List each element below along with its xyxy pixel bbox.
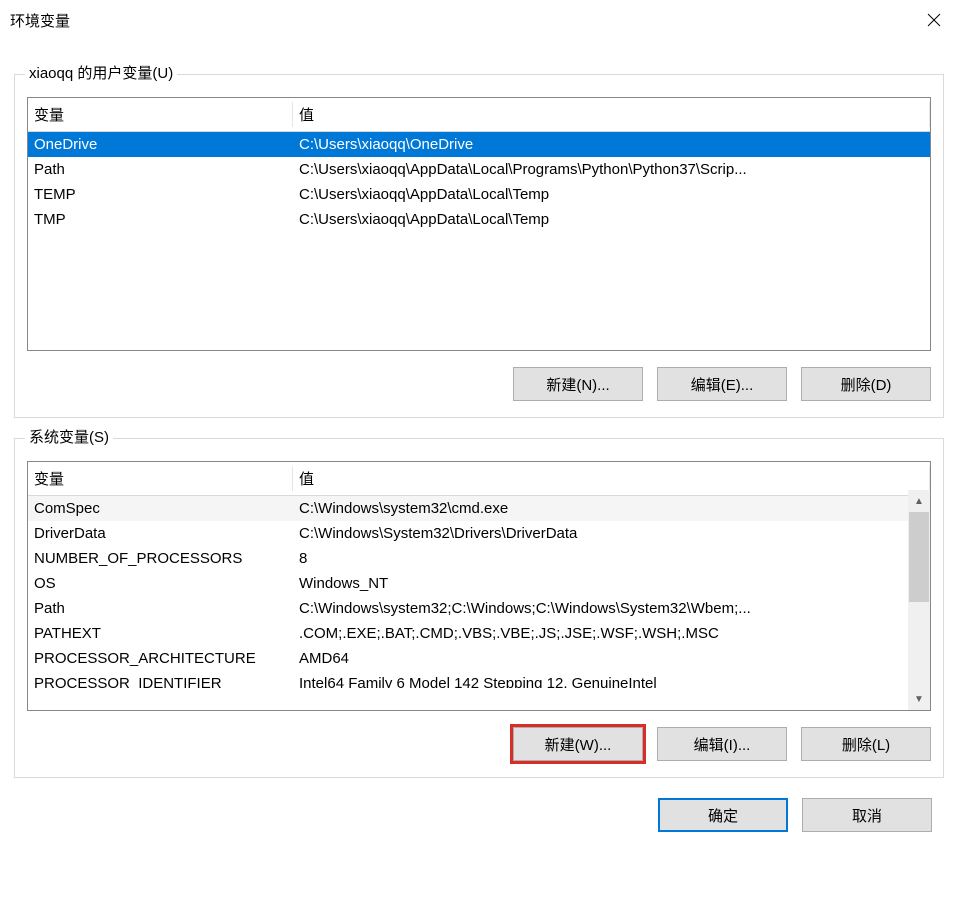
cell-val: C:\Users\xiaoqq\OneDrive xyxy=(293,135,930,154)
scroll-down-icon[interactable]: ▼ xyxy=(908,688,930,710)
header-variable[interactable]: 变量 xyxy=(28,466,293,491)
list-header: 变量 值 xyxy=(28,98,930,132)
header-variable[interactable]: 变量 xyxy=(28,102,293,127)
list-header: 变量 值 xyxy=(28,462,930,496)
cell-var: TMP xyxy=(28,210,293,229)
cell-val: Intel64 Family 6 Model 142 Stepping 12, … xyxy=(293,674,908,688)
user-variables-list[interactable]: 变量 值 OneDrive C:\Users\xiaoqq\OneDrive P… xyxy=(27,97,931,351)
cell-var: PATHEXT xyxy=(28,624,293,643)
system-variables-list[interactable]: 变量 值 ComSpec C:\Windows\system32\cmd.exe… xyxy=(27,461,931,711)
table-row[interactable]: ComSpec C:\Windows\system32\cmd.exe xyxy=(28,496,908,521)
scrollbar[interactable]: ▲ ▼ xyxy=(908,490,930,710)
system-delete-button[interactable]: 删除(L) xyxy=(801,727,931,761)
user-edit-button[interactable]: 编辑(E)... xyxy=(657,367,787,401)
close-button[interactable] xyxy=(910,0,958,40)
cell-val: C:\Windows\system32\cmd.exe xyxy=(293,499,908,518)
cell-val: C:\Users\xiaoqq\AppData\Local\Temp xyxy=(293,185,930,204)
table-row[interactable]: PROCESSOR_ARCHITECTURE AMD64 xyxy=(28,646,908,671)
cell-val: C:\Users\xiaoqq\AppData\Local\Programs\P… xyxy=(293,160,930,179)
cell-var: ComSpec xyxy=(28,499,293,518)
table-row[interactable]: Path C:\Users\xiaoqq\AppData\Local\Progr… xyxy=(28,157,930,182)
header-value[interactable]: 值 xyxy=(293,102,930,127)
cell-var: PROCESSOR_ARCHITECTURE xyxy=(28,649,293,668)
user-variables-group: xiaoqq 的用户变量(U) 变量 值 OneDrive C:\Users\x… xyxy=(14,74,944,418)
cell-var: Path xyxy=(28,160,293,179)
system-group-label: 系统变量(S) xyxy=(25,426,113,447)
scroll-thumb[interactable] xyxy=(909,512,929,602)
cell-var: OS xyxy=(28,574,293,593)
table-row[interactable]: DriverData C:\Windows\System32\Drivers\D… xyxy=(28,521,908,546)
table-row[interactable]: TMP C:\Users\xiaoqq\AppData\Local\Temp xyxy=(28,207,930,232)
cell-val: C:\Windows\system32;C:\Windows;C:\Window… xyxy=(293,599,908,618)
scroll-up-icon[interactable]: ▲ xyxy=(908,490,930,512)
cell-var: DriverData xyxy=(28,524,293,543)
ok-button[interactable]: 确定 xyxy=(658,798,788,832)
table-row[interactable]: Path C:\Windows\system32;C:\Windows;C:\W… xyxy=(28,596,908,621)
cell-val: 8 xyxy=(293,549,908,568)
cell-val: AMD64 xyxy=(293,649,908,668)
cell-val: C:\Users\xiaoqq\AppData\Local\Temp xyxy=(293,210,930,229)
cell-val: Windows_NT xyxy=(293,574,908,593)
cell-var: PROCESSOR_IDENTIFIER xyxy=(28,674,293,688)
cell-var: Path xyxy=(28,599,293,618)
system-new-button[interactable]: 新建(W)... xyxy=(513,727,643,761)
window-title: 环境变量 xyxy=(10,10,70,31)
cell-val: .COM;.EXE;.BAT;.CMD;.VBS;.VBE;.JS;.JSE;.… xyxy=(293,624,908,643)
user-delete-button[interactable]: 删除(D) xyxy=(801,367,931,401)
cell-val: C:\Windows\System32\Drivers\DriverData xyxy=(293,524,908,543)
user-group-label: xiaoqq 的用户变量(U) xyxy=(25,62,177,83)
cell-var: OneDrive xyxy=(28,135,293,154)
table-row[interactable]: OS Windows_NT xyxy=(28,571,908,596)
system-variables-group: 系统变量(S) 变量 值 ComSpec C:\Windows\system32… xyxy=(14,438,944,778)
table-row[interactable]: PROCESSOR_IDENTIFIER Intel64 Family 6 Mo… xyxy=(28,671,908,691)
close-icon xyxy=(927,13,941,27)
table-row[interactable]: NUMBER_OF_PROCESSORS 8 xyxy=(28,546,908,571)
header-value[interactable]: 值 xyxy=(293,466,930,491)
system-edit-button[interactable]: 编辑(I)... xyxy=(657,727,787,761)
table-row[interactable]: OneDrive C:\Users\xiaoqq\OneDrive xyxy=(28,132,930,157)
cancel-button[interactable]: 取消 xyxy=(802,798,932,832)
cell-var: TEMP xyxy=(28,185,293,204)
titlebar: 环境变量 xyxy=(0,0,958,40)
table-row[interactable]: TEMP C:\Users\xiaoqq\AppData\Local\Temp xyxy=(28,182,930,207)
table-row[interactable]: PATHEXT .COM;.EXE;.BAT;.CMD;.VBS;.VBE;.J… xyxy=(28,621,908,646)
user-new-button[interactable]: 新建(N)... xyxy=(513,367,643,401)
cell-var: NUMBER_OF_PROCESSORS xyxy=(28,549,293,568)
